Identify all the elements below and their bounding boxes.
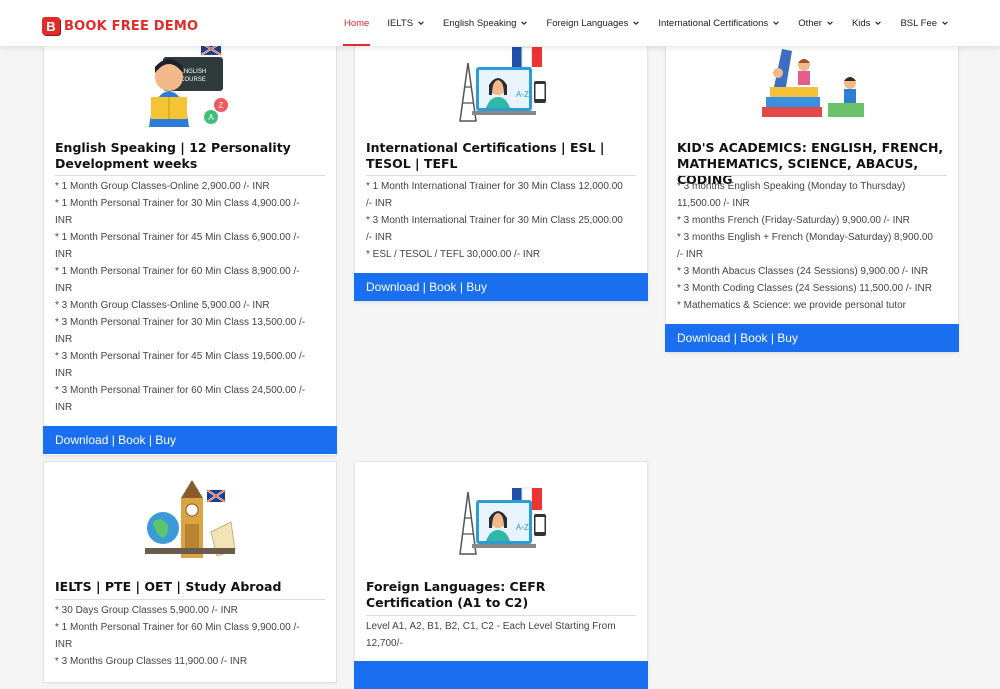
brand-text: BOOK FREE DEMO	[64, 18, 199, 34]
divider	[366, 175, 636, 176]
list-item: * 3 Month Group Classes-Online 5,900.00 …	[55, 300, 270, 311]
list-item: * 1 Month International Trainer for 30 M…	[366, 181, 623, 209]
course-card-english-speaking: ENGLISH COURSE Z A English Speaking | 12…	[43, 30, 337, 456]
divider	[55, 599, 325, 600]
list-item: * 3 Month Coding Classes (24 Sessions) 1…	[677, 283, 932, 294]
chevron-down-icon	[773, 21, 779, 25]
chevron-down-icon	[521, 21, 528, 25]
nav-label: Foreign Languages	[546, 17, 629, 29]
study-abroad-landmarks-illustration	[44, 472, 336, 562]
card-title: International Certifications | ESL | TES…	[366, 140, 605, 171]
download-book-buy-button[interactable]: Download | Book | Buy	[665, 324, 959, 352]
list-item: * 1 Month Personal Trainer for 30 Min Cl…	[55, 198, 300, 226]
divider	[55, 175, 325, 176]
card-title: English Speaking | 12 Personality Develo…	[55, 140, 291, 171]
main-nav: Home IELTS English Speaking Foreign Lang…	[335, 0, 958, 46]
svg-text:ENGLISH: ENGLISH	[180, 69, 206, 75]
nav-kids[interactable]: Kids	[843, 0, 891, 46]
download-book-buy-button[interactable]	[354, 661, 648, 689]
nav-foreign-languages[interactable]: Foreign Languages	[537, 0, 649, 46]
svg-text:COURSE: COURSE	[180, 77, 206, 83]
download-book-buy-button[interactable]: Download | Book | Buy	[43, 426, 337, 454]
svg-text:Z: Z	[219, 101, 224, 110]
course-card-foreign-languages: A-Z Foreign Languages: CEFR Certificatio…	[354, 461, 648, 689]
nav-international-certifications[interactable]: International Certifications	[649, 0, 789, 46]
list-item: * 3 months English + French (Monday-Satu…	[677, 232, 933, 260]
nav-other[interactable]: Other	[789, 0, 843, 46]
list-item: * 3 Month Personal Trainer for 45 Min Cl…	[55, 351, 306, 379]
nav-english-speaking[interactable]: English Speaking	[434, 0, 537, 46]
nav-label: English Speaking	[443, 17, 517, 29]
english-course-student-illustration: ENGLISH COURSE Z A	[44, 41, 336, 127]
fee-list: * 30 Days Group Classes 5,900.00 /- INR …	[55, 602, 314, 670]
list-item: * 3 Months Group Classes 11,900.00 /- IN…	[55, 656, 248, 667]
course-card-ielts: IELTS | PTE | OET | Study Abroad * 30 Da…	[43, 461, 337, 683]
course-card-international-certifications: A-Z International Certifications | ESL |…	[354, 30, 648, 302]
list-item: * 1 Month Personal Trainer for 60 Min Cl…	[55, 266, 300, 294]
list-item: * 30 Days Group Classes 5,900.00 /- INR	[55, 605, 238, 616]
list-item: * 3 Month Abacus Classes (24 Sessions) 9…	[677, 266, 929, 277]
svg-text:A: A	[208, 113, 214, 122]
list-item: * 1 Month Group Classes-Online 2,900.00 …	[55, 181, 270, 192]
list-item: * 3 Month International Trainer for 30 M…	[366, 215, 623, 243]
svg-text:A-Z: A-Z	[516, 90, 529, 99]
nav-bsl-fee[interactable]: BSL Fee	[891, 0, 958, 46]
list-item: * ESL / TESOL / TEFL 30,000.00 /- INR	[366, 249, 541, 260]
nav-label: Kids	[851, 17, 871, 29]
chevron-down-icon	[942, 21, 948, 25]
brand-logo-link[interactable]: B BOOK FREE DEMO	[42, 15, 198, 37]
list-item: * 3 months French (Friday-Saturday) 9,90…	[677, 215, 910, 226]
divider	[366, 615, 636, 616]
nav-ielts[interactable]: IELTS	[378, 0, 434, 46]
nav-label: IELTS	[387, 17, 414, 29]
top-navbar: B BOOK FREE DEMO Home IELTS English Spea…	[0, 0, 1000, 46]
list-item: * 3 Month Personal Trainer for 30 Min Cl…	[55, 317, 306, 345]
course-card-kids-academics: KID'S ACADEMICS: ENGLISH, FRENCH, MATHEM…	[665, 30, 959, 353]
brand-logo-icon: B	[42, 17, 60, 35]
list-item: * 3 Month Personal Trainer for 60 Min Cl…	[55, 385, 306, 413]
download-book-buy-button[interactable]: Download | Book | Buy	[354, 273, 648, 301]
nav-home[interactable]: Home	[335, 0, 378, 46]
list-item: * Mathematics & Science: we provide pers…	[677, 300, 906, 311]
list-item: * 3 months English Speaking (Monday to T…	[677, 181, 906, 209]
chevron-down-icon	[418, 21, 424, 25]
card-title: IELTS | PTE | OET | Study Abroad	[55, 579, 282, 594]
chevron-down-icon	[827, 21, 833, 25]
nav-label: International Certifications	[658, 17, 769, 29]
fee-list: Level A1, A2, B1, B2, C1, C2 - Each Leve…	[366, 618, 625, 652]
nav-label: Other	[798, 17, 822, 29]
fee-list: * 1 Month International Trainer for 30 M…	[366, 178, 625, 263]
fee-list: * 1 Month Group Classes-Online 2,900.00 …	[55, 178, 314, 416]
card-title: Foreign Languages: CEFR Certification (A…	[366, 579, 546, 610]
online-teacher-eiffel-illustration: A-Z	[355, 43, 647, 123]
divider	[677, 175, 947, 176]
fee-list: * 3 months English Speaking (Monday to T…	[677, 178, 936, 314]
nav-label: BSL Fee	[900, 17, 938, 29]
svg-text:A-Z: A-Z	[516, 523, 529, 532]
list-item: * 1 Month Personal Trainer for 60 Min Cl…	[55, 622, 300, 650]
kids-books-illustration	[666, 43, 958, 123]
nav-label: Home	[344, 17, 370, 29]
online-teacher-eiffel-illustration: A-Z	[355, 472, 647, 556]
list-item: Level A1, A2, B1, B2, C1, C2 - Each Leve…	[366, 621, 616, 649]
chevron-down-icon	[875, 21, 882, 25]
list-item: * 1 Month Personal Trainer for 45 Min Cl…	[55, 232, 300, 260]
chevron-down-icon	[633, 21, 640, 25]
